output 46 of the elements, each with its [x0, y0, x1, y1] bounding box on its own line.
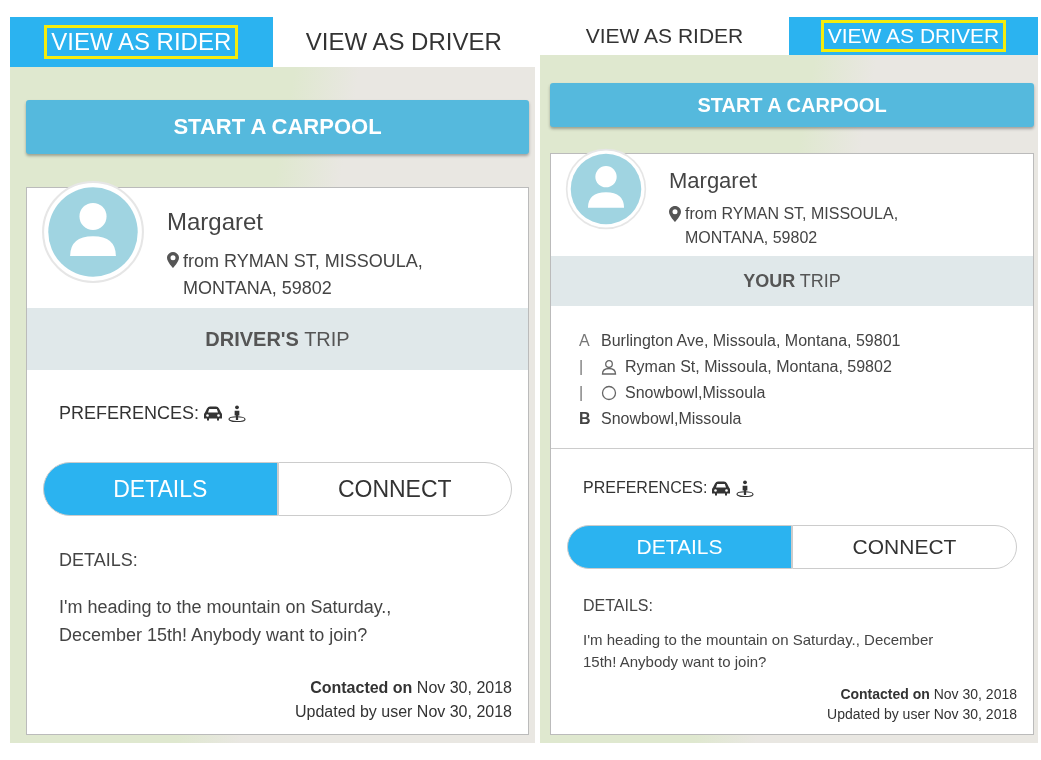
trip-title: YOUR TRIP — [743, 270, 841, 292]
route-marker: | — [579, 383, 585, 403]
details-text: I'm heading to the mountain on Saturday., December 15th! Anybody want to join? — [582, 630, 935, 672]
contacted-date: Contacted on Nov 30, 2018 — [839, 685, 1017, 704]
person-icon — [601, 359, 617, 375]
updated-date: Updated by user Nov 30, 2018 — [826, 705, 1017, 724]
tab-label: VIEW AS DRIVER — [304, 26, 503, 57]
preferences-label: PREFERENCES: — [583, 479, 708, 497]
segment-tab[interactable]: DETAILS — [43, 462, 278, 516]
view-tab[interactable]: VIEW AS DRIVER — [789, 17, 1038, 55]
route-stop: Burlington Ave, Missoula, Montana, 59801 — [601, 331, 901, 351]
route-stop: Snowbowl,Missoula — [601, 409, 742, 429]
person-on-disc-icon — [227, 405, 248, 422]
segment-tab[interactable]: CONNECT — [277, 462, 512, 516]
tab-label: VIEW AS RIDER — [44, 24, 239, 60]
driver-name: Margaret — [167, 208, 265, 236]
view-tab[interactable]: VIEW AS RIDER — [540, 17, 789, 55]
details-label: DETAILS: — [582, 596, 654, 615]
segment-tab[interactable]: CONNECT — [792, 525, 1017, 569]
route-marker: | — [579, 357, 585, 377]
route-marker: B — [579, 409, 592, 429]
details-text: I'm heading to the mountain on Saturday., December 15th! Anybody want to join? — [58, 596, 393, 647]
segment-tab[interactable]: DETAILS — [567, 525, 792, 569]
location-text: from RYMAN ST, MISSOULA, MONTANA, 59802 — [183, 250, 424, 300]
details-label: DETAILS: — [58, 549, 139, 571]
start-carpool-button[interactable]: START A CARPOOL — [550, 83, 1034, 127]
preferences-label: PREFERENCES: — [59, 403, 200, 424]
car-icon — [711, 479, 732, 497]
route-stop: Snowbowl,Missoula — [625, 383, 766, 403]
location-text: from RYMAN ST, MISSOULA, MONTANA, 59802 — [685, 204, 900, 248]
person-on-disc-icon — [735, 479, 756, 497]
car-icon — [203, 405, 224, 422]
updated-date: Updated by user Nov 30, 2018 — [293, 702, 512, 722]
circle-icon — [601, 385, 617, 401]
view-tab[interactable]: VIEW AS DRIVER — [272, 17, 535, 67]
trip-title: DRIVER'S TRIP — [205, 327, 350, 351]
contacted-date: Contacted on Nov 30, 2018 — [309, 678, 512, 698]
location-pin-icon — [167, 252, 179, 268]
location-pin-icon — [669, 206, 681, 222]
driver-name: Margaret — [669, 168, 759, 194]
view-tab[interactable]: VIEW AS RIDER — [10, 17, 273, 67]
route-stop: Ryman St, Missoula, Montana, 59802 — [625, 357, 892, 377]
tab-label: VIEW AS RIDER — [584, 23, 745, 50]
route-marker: A — [579, 331, 591, 351]
tab-label: VIEW AS DRIVER — [820, 20, 1007, 52]
start-carpool-button[interactable]: START A CARPOOL — [26, 100, 529, 154]
